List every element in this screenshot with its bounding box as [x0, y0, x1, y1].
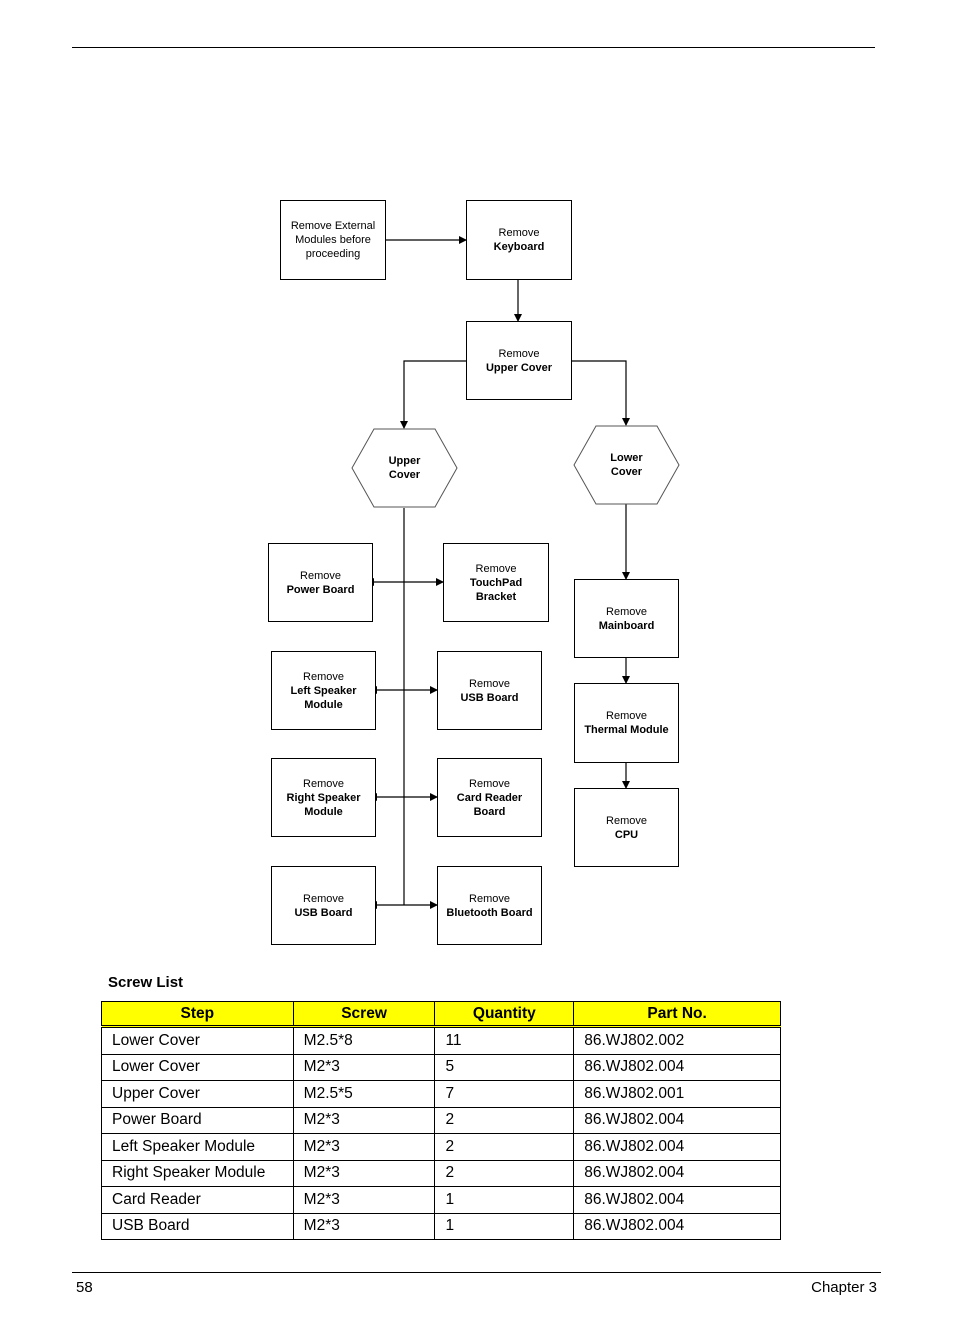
step-target: CPU — [614, 828, 639, 841]
cell-step: Left Speaker Module — [101, 1133, 294, 1161]
step-action: Remove — [303, 892, 344, 905]
cell-screw: M2*3 — [292, 1106, 436, 1134]
step-action: Remove — [469, 892, 510, 905]
cell-quantity: 1 — [434, 1186, 575, 1214]
column-header-part-no: Part No. — [573, 1001, 781, 1028]
footer-rule — [72, 1272, 881, 1273]
table-row: Lower Cover M2.5*8 11 86.WJ802.002 — [101, 1026, 781, 1055]
step-remove-left-speaker-module: Remove Left Speaker Module — [271, 651, 376, 730]
cell-part-no: 86.WJ802.004 — [573, 1186, 781, 1214]
step-target: Right Speaker Module — [286, 791, 361, 818]
cell-quantity: 2 — [434, 1106, 575, 1134]
step-action: Remove — [469, 677, 510, 690]
step-target: Keyboard — [493, 241, 545, 253]
cell-step: Power Board — [101, 1106, 294, 1134]
cell-screw: M2*3 — [292, 1133, 436, 1161]
cell-step: USB Board — [101, 1212, 294, 1240]
step-target: Card Reader Board — [456, 791, 523, 818]
table-row: Power Board M2*3 2 86.WJ802.004 — [101, 1106, 781, 1134]
cell-part-no: 86.WJ802.004 — [573, 1053, 781, 1081]
step-action: Remove — [475, 562, 517, 575]
step-target: USB Board — [294, 906, 353, 919]
screw-list-title: Screw List — [108, 974, 184, 991]
step-action: Remove — [606, 814, 647, 827]
step-action: Remove — [606, 605, 647, 618]
step-action: Remove — [469, 777, 510, 790]
step-action: Remove — [498, 347, 540, 360]
cell-part-no: 86.WJ802.004 — [573, 1212, 781, 1240]
cell-part-no: 86.WJ802.004 — [573, 1133, 781, 1161]
cell-part-no: 86.WJ802.002 — [573, 1026, 781, 1055]
step-remove-cpu: Remove CPU — [574, 788, 679, 867]
cell-part-no: 86.WJ802.004 — [573, 1106, 781, 1134]
step-action: Remove — [498, 227, 540, 239]
cell-step: Upper Cover — [101, 1080, 294, 1108]
cell-quantity: 2 — [434, 1133, 575, 1161]
cell-screw: M2*3 — [292, 1053, 436, 1081]
cell-screw: M2*3 — [292, 1212, 436, 1240]
step-target: TouchPad Bracket — [469, 576, 523, 603]
step-target: Left Speaker Module — [290, 684, 357, 711]
cell-quantity: 1 — [434, 1212, 575, 1240]
step-remove-external-modules: Remove External Modules before proceedin… — [280, 200, 386, 280]
cell-step: Card Reader — [101, 1186, 294, 1214]
column-header-screw: Screw — [292, 1001, 436, 1028]
branch-lower-cover-label: Lower Cover — [610, 452, 643, 478]
step-remove-right-speaker-module: Remove Right Speaker Module — [271, 758, 376, 837]
cell-part-no: 86.WJ802.004 — [573, 1159, 781, 1187]
cell-quantity: 11 — [434, 1026, 575, 1055]
cell-step: Lower Cover — [101, 1053, 294, 1081]
step-action: Remove — [606, 710, 647, 722]
cell-screw: M2.5*5 — [292, 1080, 436, 1108]
column-header-step: Step — [101, 1001, 294, 1028]
connector-to-lower-branch — [571, 360, 630, 426]
chapter-label: Chapter 3 — [811, 1279, 877, 1296]
cell-step: Right Speaker Module — [101, 1159, 294, 1187]
table-row: Left Speaker Module M2*3 2 86.WJ802.004 — [101, 1133, 781, 1161]
step-remove-mainboard: Remove Mainboard — [574, 579, 679, 658]
step-target: Bluetooth Board — [446, 906, 533, 919]
step-text: Remove External Modules before proceedin… — [290, 220, 376, 260]
column-header-quantity: Quantity — [434, 1001, 575, 1028]
table-row: Card Reader M2*3 1 86.WJ802.004 — [101, 1186, 781, 1214]
connector-to-upper-branch — [400, 360, 466, 429]
cell-quantity: 2 — [434, 1159, 575, 1187]
disassembly-flowchart: Remove External Modules before proceedin… — [0, 0, 954, 960]
step-remove-touchpad-bracket: Remove TouchPad Bracket — [443, 543, 549, 622]
table-row: USB Board M2*3 1 86.WJ802.004 — [101, 1212, 781, 1240]
step-target: USB Board — [460, 691, 519, 704]
step-remove-usb-board-1: Remove USB Board — [437, 651, 542, 730]
cell-part-no: 86.WJ802.001 — [573, 1080, 781, 1108]
step-action: Remove — [300, 569, 341, 582]
step-remove-upper-cover: Remove Upper Cover — [466, 321, 572, 400]
table-header-row: Step Screw Quantity Part No. — [101, 1001, 781, 1028]
step-remove-bluetooth-board: Remove Bluetooth Board — [437, 866, 542, 945]
cell-step: Lower Cover — [101, 1026, 294, 1055]
cell-quantity: 7 — [434, 1080, 575, 1108]
table-row: Lower Cover M2*3 5 86.WJ802.004 — [101, 1053, 781, 1081]
step-remove-thermal-module: Remove Thermal Module — [574, 683, 679, 763]
step-target: Thermal Module — [584, 724, 669, 736]
cell-quantity: 5 — [434, 1053, 575, 1081]
cell-screw: M2*3 — [292, 1159, 436, 1187]
step-target: Mainboard — [598, 619, 655, 632]
screw-list-table: Step Screw Quantity Part No. Lower Cover… — [101, 1001, 781, 1240]
step-remove-usb-board-2: Remove USB Board — [271, 866, 376, 945]
cell-screw: M2*3 — [292, 1186, 436, 1214]
branch-upper-cover-label: Upper Cover — [388, 455, 421, 481]
page-number: 58 — [76, 1279, 93, 1296]
table-row: Upper Cover M2.5*5 7 86.WJ802.001 — [101, 1080, 781, 1108]
step-remove-keyboard: Remove Keyboard — [466, 200, 572, 280]
step-target: Power Board — [286, 583, 355, 596]
table-row: Right Speaker Module M2*3 2 86.WJ802.004 — [101, 1159, 781, 1187]
step-target: Upper Cover — [485, 361, 553, 374]
step-action: Remove — [303, 777, 344, 790]
cell-screw: M2.5*8 — [292, 1026, 436, 1055]
step-remove-power-board: Remove Power Board — [268, 543, 373, 622]
step-action: Remove — [303, 670, 344, 683]
step-remove-card-reader-board: Remove Card Reader Board — [437, 758, 542, 837]
